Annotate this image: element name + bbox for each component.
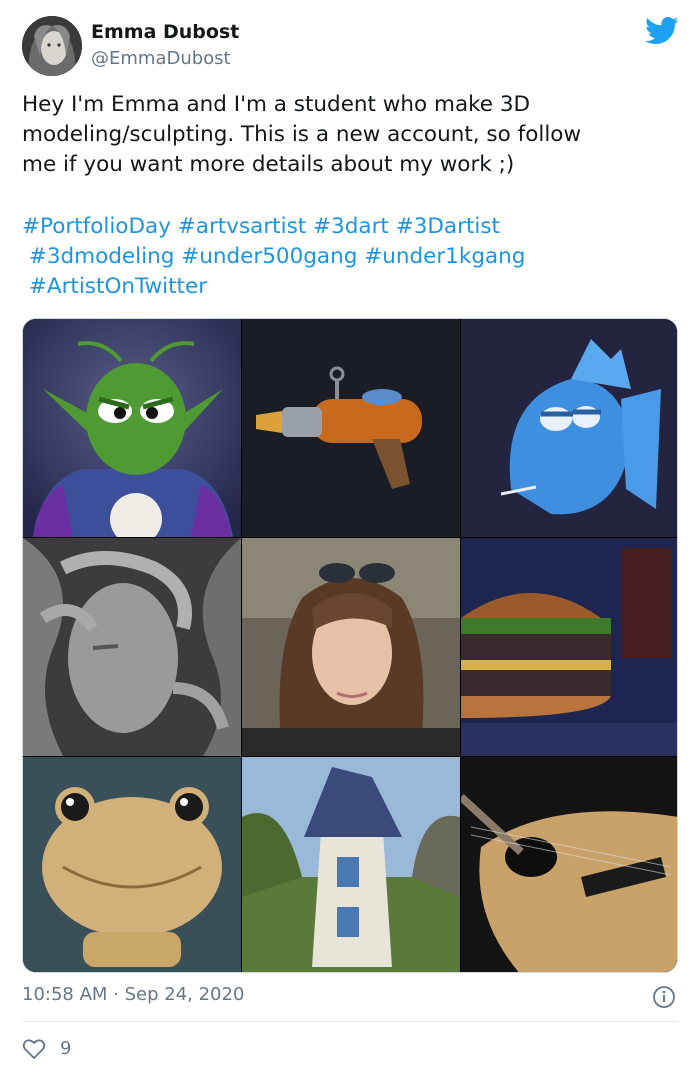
hashtag-link[interactable]: #3dmodeling [29, 244, 175, 269]
tweet-text-line: modeling/sculpting. This is a new accoun… [22, 122, 582, 147]
image-grid[interactable] [22, 318, 678, 973]
display-name[interactable]: Emma Dubost [91, 21, 239, 43]
hashtags: #PortfolioDay #artvsartist #3dart #3Dart… [22, 212, 682, 302]
tweet-card: Emma Dubost @EmmaDubost Hey I'm Emma and… [0, 0, 700, 1075]
tweet-text-line: me if you want more details about my wor… [22, 152, 515, 177]
divider [22, 1021, 678, 1022]
hashtag-link[interactable]: #3Dartist [396, 214, 500, 239]
hashtag-link[interactable]: #under500gang [181, 244, 357, 269]
hashtag-link[interactable]: #PortfolioDay [22, 214, 171, 239]
hashtag-link[interactable]: #artvsartist [178, 214, 306, 239]
image-tower-house[interactable] [242, 757, 460, 972]
tweet-text: Hey I'm Emma and I'm a student who make … [22, 90, 682, 180]
heart-icon[interactable] [22, 1038, 46, 1060]
hashtag-link[interactable]: #under1kgang [364, 244, 525, 269]
avatar[interactable] [22, 16, 82, 76]
twitter-bird-icon[interactable] [645, 16, 679, 46]
image-medusa-sculpt[interactable] [23, 538, 241, 756]
hashtag-link[interactable]: #3dart [313, 214, 389, 239]
image-guitar[interactable] [461, 757, 677, 972]
image-portrait-photo[interactable] [242, 538, 460, 756]
image-ray-gun[interactable] [242, 319, 460, 537]
tweet-timestamp[interactable]: 10:58 AM · Sep 24, 2020 [22, 984, 244, 1005]
user-handle[interactable]: @EmmaDubost [91, 48, 231, 69]
image-alien-character[interactable] [23, 319, 241, 537]
info-icon[interactable] [652, 985, 676, 1009]
image-blue-fish[interactable] [461, 319, 677, 537]
tweet-text-line: Hey I'm Emma and I'm a student who make … [22, 92, 531, 117]
image-burger[interactable] [461, 538, 677, 756]
image-frog-character[interactable] [23, 757, 241, 972]
hashtag-link[interactable]: #ArtistOnTwitter [29, 274, 207, 299]
like-count[interactable]: 9 [60, 1038, 71, 1059]
